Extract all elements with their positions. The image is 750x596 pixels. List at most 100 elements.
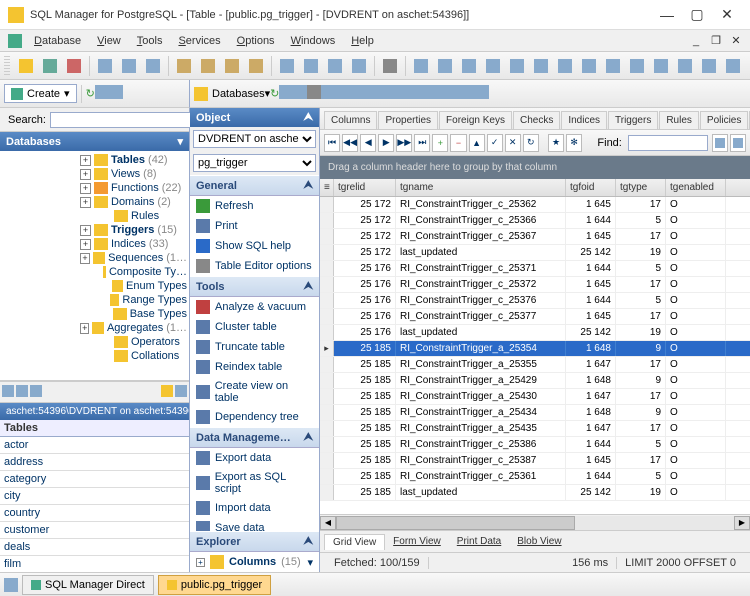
tool-button[interactable] xyxy=(109,85,123,102)
action-item[interactable]: Refresh xyxy=(190,196,319,216)
toolbar-grip[interactable] xyxy=(4,56,10,76)
object-select[interactable]: pg_trigger xyxy=(193,154,316,172)
tree-node[interactable]: Operators xyxy=(0,335,189,349)
tree-node[interactable]: Range Types xyxy=(0,293,189,307)
disconnect-button[interactable] xyxy=(63,55,85,77)
table-list-item[interactable]: actor xyxy=(0,437,189,454)
tree-node[interactable]: +Functions(22) xyxy=(0,181,189,195)
tool-button[interactable] xyxy=(221,55,243,77)
expand-icon[interactable]: + xyxy=(80,155,91,166)
table-list-item[interactable]: category xyxy=(0,471,189,488)
table-row[interactable]: 25 172RI_ConstraintTrigger_c_253661 6445… xyxy=(320,213,750,229)
window-tab-table[interactable]: public.pg_trigger xyxy=(158,575,271,595)
table-row[interactable]: 25 185RI_ConstraintTrigger_c_253861 6445… xyxy=(320,437,750,453)
action-item[interactable]: Dependency tree xyxy=(190,407,319,427)
table-list-item[interactable]: address xyxy=(0,454,189,471)
options-button[interactable] xyxy=(712,134,728,152)
action-item[interactable]: Cluster table xyxy=(190,317,319,337)
options-button[interactable] xyxy=(730,134,746,152)
tool-button[interactable] xyxy=(161,385,173,400)
table-row[interactable]: 25 185RI_ConstraintTrigger_c_253611 6445… xyxy=(320,469,750,485)
prev-page-button[interactable]: ◀◀ xyxy=(342,134,358,152)
column-header[interactable]: tgtype xyxy=(616,179,666,196)
action-item[interactable]: Truncate table xyxy=(190,337,319,357)
tool-button[interactable] xyxy=(300,55,322,77)
tab-rules[interactable]: Rules xyxy=(659,111,699,129)
tables-panel-header[interactable]: Tables xyxy=(0,420,189,437)
new-db-button[interactable] xyxy=(15,55,37,77)
tool-button[interactable] xyxy=(530,55,552,77)
expand-icon[interactable]: + xyxy=(80,169,91,180)
tree-node[interactable]: +Triggers(15) xyxy=(0,223,189,237)
expand-icon[interactable]: + xyxy=(80,239,91,250)
table-row[interactable]: 25 172RI_ConstraintTrigger_c_253671 6451… xyxy=(320,229,750,245)
table-row[interactable]: 25 176RI_ConstraintTrigger_c_253761 6445… xyxy=(320,293,750,309)
tool-button[interactable] xyxy=(578,55,600,77)
tool-button[interactable] xyxy=(197,55,219,77)
table-row[interactable]: 25 185last_updated25 14219O xyxy=(320,485,750,501)
database-select[interactable]: DVDRENT on asche xyxy=(193,130,316,148)
table-row[interactable]: 25 176last_updated25 14219O xyxy=(320,325,750,341)
expand-icon[interactable]: + xyxy=(80,323,89,334)
tool-button[interactable] xyxy=(405,85,419,102)
filter-button[interactable]: ✻ xyxy=(566,134,582,152)
table-row[interactable]: ▸25 185RI_ConstraintTrigger_a_253541 648… xyxy=(320,341,750,357)
refresh-button[interactable]: ↻ xyxy=(270,87,279,100)
horizontal-scrollbar[interactable]: ◀ ▶ xyxy=(320,514,750,530)
table-row[interactable]: 25 176RI_ConstraintTrigger_c_253771 6451… xyxy=(320,309,750,325)
section-header[interactable]: General⮝ xyxy=(190,175,319,196)
table-row[interactable]: 25 185RI_ConstraintTrigger_a_254341 6489… xyxy=(320,405,750,421)
explorer-columns-label[interactable]: Columns xyxy=(229,556,276,568)
refresh-button[interactable]: ↻ xyxy=(86,87,95,100)
db-tree[interactable]: +Tables(42)+Views(8)+Functions(22)+Domai… xyxy=(0,151,189,381)
table-row[interactable]: 25 176RI_ConstraintTrigger_c_253721 6451… xyxy=(320,277,750,293)
next-page-button[interactable]: ▶▶ xyxy=(396,134,412,152)
tool-button[interactable] xyxy=(279,85,293,102)
tool-button[interactable] xyxy=(324,55,346,77)
tool-button[interactable] xyxy=(349,85,363,102)
table-list-item[interactable]: customer xyxy=(0,522,189,539)
tool-button[interactable] xyxy=(245,55,267,77)
tool-button[interactable] xyxy=(410,55,432,77)
action-item[interactable]: Print xyxy=(190,216,319,236)
tool-button[interactable] xyxy=(363,85,377,102)
menu-options[interactable]: Options xyxy=(229,33,283,49)
column-header[interactable]: tgenabled xyxy=(666,179,726,196)
first-record-button[interactable]: ⏮ xyxy=(324,134,340,152)
tool-button[interactable] xyxy=(722,55,744,77)
tool-button[interactable] xyxy=(321,85,335,102)
tool-button[interactable] xyxy=(461,85,475,102)
tree-node[interactable]: +Aggregates(1… xyxy=(0,321,189,335)
table-row[interactable]: 25 185RI_ConstraintTrigger_c_253871 6451… xyxy=(320,453,750,469)
window-tab-sql-direct[interactable]: SQL Manager Direct xyxy=(22,575,154,595)
mdi-minimize-button[interactable]: _ xyxy=(688,33,704,49)
tool-button[interactable] xyxy=(173,55,195,77)
mdi-restore-button[interactable]: ❐ xyxy=(708,33,724,49)
table-row[interactable]: 25 185RI_ConstraintTrigger_a_253551 6471… xyxy=(320,357,750,373)
refresh-button[interactable]: ↻ xyxy=(523,134,539,152)
tool-button[interactable] xyxy=(602,55,624,77)
insert-record-button[interactable]: + xyxy=(432,134,448,152)
databases-label[interactable]: Databases xyxy=(212,88,265,100)
tab-checks[interactable]: Checks xyxy=(513,111,560,129)
view-tab-blob-view[interactable]: Blob View xyxy=(509,534,569,549)
table-row[interactable]: 25 176RI_ConstraintTrigger_c_253711 6445… xyxy=(320,261,750,277)
tool-button[interactable] xyxy=(391,85,405,102)
collapse-icon[interactable]: ⮝ xyxy=(304,111,313,124)
column-header[interactable]: tgfoid xyxy=(566,179,616,196)
tree-node[interactable]: Collations xyxy=(0,349,189,363)
next-record-button[interactable]: ▶ xyxy=(378,134,394,152)
expand-icon[interactable]: + xyxy=(80,197,91,208)
menu-help[interactable]: Help xyxy=(343,33,382,49)
post-button[interactable]: ✓ xyxy=(487,134,503,152)
table-row[interactable]: 25 172last_updated25 14219O xyxy=(320,245,750,261)
tool-button[interactable] xyxy=(674,55,696,77)
table-row[interactable]: 25 172RI_ConstraintTrigger_c_253621 6451… xyxy=(320,197,750,213)
tab-properties[interactable]: Properties xyxy=(378,111,438,129)
tool-button[interactable] xyxy=(419,85,433,102)
delete-record-button[interactable]: − xyxy=(450,134,466,152)
app-menu-icon[interactable] xyxy=(8,34,22,48)
column-header[interactable]: tgrelid xyxy=(334,179,396,196)
menu-database[interactable]: Database xyxy=(26,33,89,49)
tool-button[interactable] xyxy=(506,55,528,77)
